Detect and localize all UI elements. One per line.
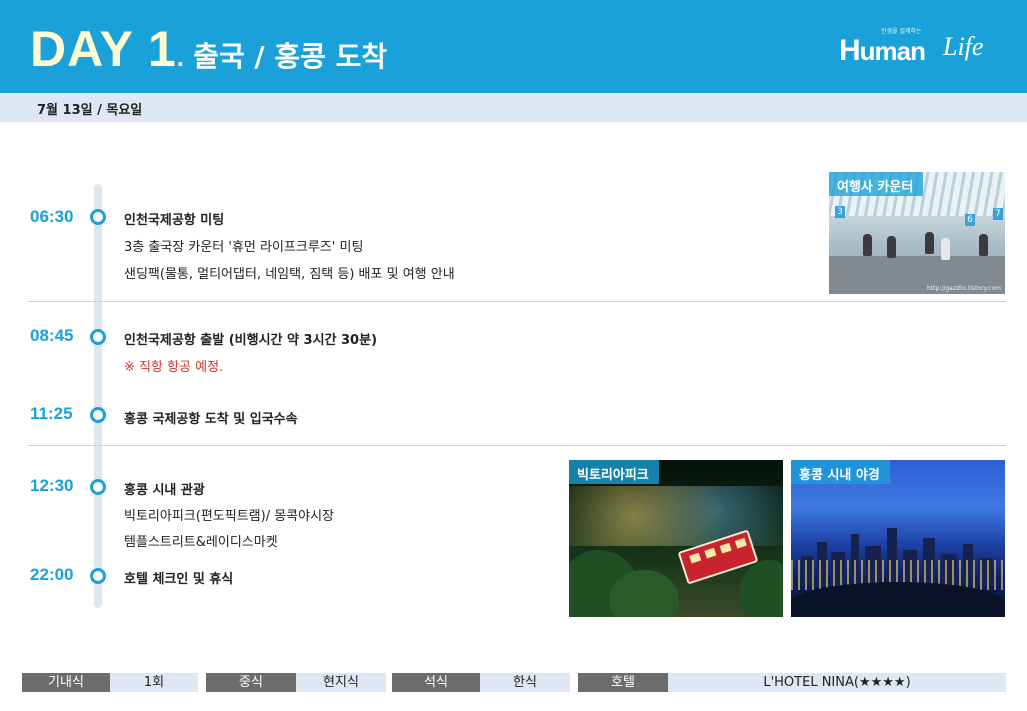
tram-window — [689, 552, 702, 564]
meal-value-lunch: 현지식 — [296, 673, 386, 692]
time-label: 08:45 — [30, 326, 74, 345]
section-divider — [28, 301, 1006, 302]
hill-silhouette — [791, 582, 1005, 617]
event-detail: 3층 출국장 카운터 '휴먼 라이프크루즈' 미팅 — [124, 240, 364, 255]
timeline-line — [94, 184, 102, 608]
event-detail: 빅토리아피크(편도픽트램)/ 몽콕야시장 — [124, 509, 335, 524]
time-label: 11:25 — [30, 404, 73, 423]
time-label: 12:30 — [30, 476, 74, 495]
event-title: 홍콩 시내 관광 — [124, 483, 205, 498]
day-title: DAY 1. 출국 / 홍콩 도착 — [30, 20, 387, 78]
photo-watermark: http://gazzlix.tistory.com — [926, 285, 1001, 292]
date-bar: 7월 13일 / 목요일 — [0, 93, 1027, 122]
foliage — [739, 560, 783, 617]
day-label: DAY 1 — [30, 21, 177, 77]
counter-sign: 7 — [993, 208, 1003, 220]
timeline-dot — [90, 407, 106, 423]
city-lights — [569, 486, 783, 546]
section-divider — [28, 445, 1006, 446]
day-dot: . — [176, 42, 185, 72]
traveler-figure — [863, 234, 872, 256]
meal-label-dinner: 석식 — [392, 673, 480, 692]
human-life-logo: 인생을 설계하는 Human Life — [839, 24, 989, 70]
photo-caption: 홍콩 시내 야경 — [791, 460, 890, 484]
counter-sign: 6 — [965, 214, 975, 226]
meal-label-inflight: 기내식 — [22, 673, 110, 692]
event-detail: 샌딩팩(물통, 멀티어댑터, 네임택, 짐택 등) 배포 및 여행 안내 — [124, 267, 455, 282]
logo-mark-text: uman — [859, 36, 926, 66]
tram-window — [734, 537, 747, 549]
timeline-dot — [90, 329, 106, 345]
counter-sign: 3 — [835, 206, 845, 218]
event-title: 인천국제공항 출발 (비행시간 약 3시간 30분) — [124, 333, 378, 348]
foliage — [609, 570, 679, 617]
traveler-figure — [979, 234, 988, 256]
timeline-dot — [90, 209, 106, 225]
event-note: ※ 직항 항공 예정. — [124, 360, 224, 375]
photo-caption: 여행사 카운터 — [829, 172, 924, 196]
tram-window — [719, 542, 732, 554]
event-title: 호텔 체크인 및 휴식 — [124, 572, 234, 587]
counter-photo: 3 6 7 http://gazzlix.tistory.com 여행사 카운터 — [829, 172, 1005, 294]
day-subtitle: 출국 / 홍콩 도착 — [193, 40, 388, 73]
time-label: 22:00 — [30, 565, 74, 584]
event-detail: 템플스트리트&레이디스마켓 — [124, 535, 278, 550]
event-title: 인천국제공항 미팅 — [124, 213, 225, 228]
victoria-peak-photo: 빅토리아피크 — [569, 460, 783, 617]
event-title: 홍콩 국제공항 도착 및 입국수속 — [124, 412, 298, 427]
hotel-value: L'HOTEL NINA(★★★★) — [668, 673, 1006, 692]
traveler-figure — [941, 238, 950, 260]
logo-script: Life — [943, 32, 984, 61]
logo-initial: H — [839, 34, 861, 67]
meal-value-dinner: 한식 — [480, 673, 570, 692]
logo-mark: Human — [839, 34, 926, 68]
date-text: 7월 13일 / 목요일 — [37, 103, 143, 118]
traveler-figure — [887, 236, 896, 258]
meal-value-inflight: 1회 — [110, 673, 198, 692]
page-header: DAY 1. 출국 / 홍콩 도착 인생을 설계하는 Human Life — [0, 0, 1027, 93]
meal-label-lunch: 중식 — [206, 673, 296, 692]
time-label: 06:30 — [30, 207, 74, 226]
hotel-label: 호텔 — [578, 673, 668, 692]
tram-window — [704, 547, 717, 559]
night-view-photo: 홍콩 시내 야경 — [791, 460, 1005, 617]
traveler-figure — [925, 232, 934, 254]
meals-hotel-bar: 기내식 1회 중식 현지식 석식 한식 호텔 L'HOTEL NINA(★★★★… — [22, 673, 1006, 692]
photo-caption: 빅토리아피크 — [569, 460, 659, 484]
timeline-dot — [90, 479, 106, 495]
timeline-dot — [90, 568, 106, 584]
